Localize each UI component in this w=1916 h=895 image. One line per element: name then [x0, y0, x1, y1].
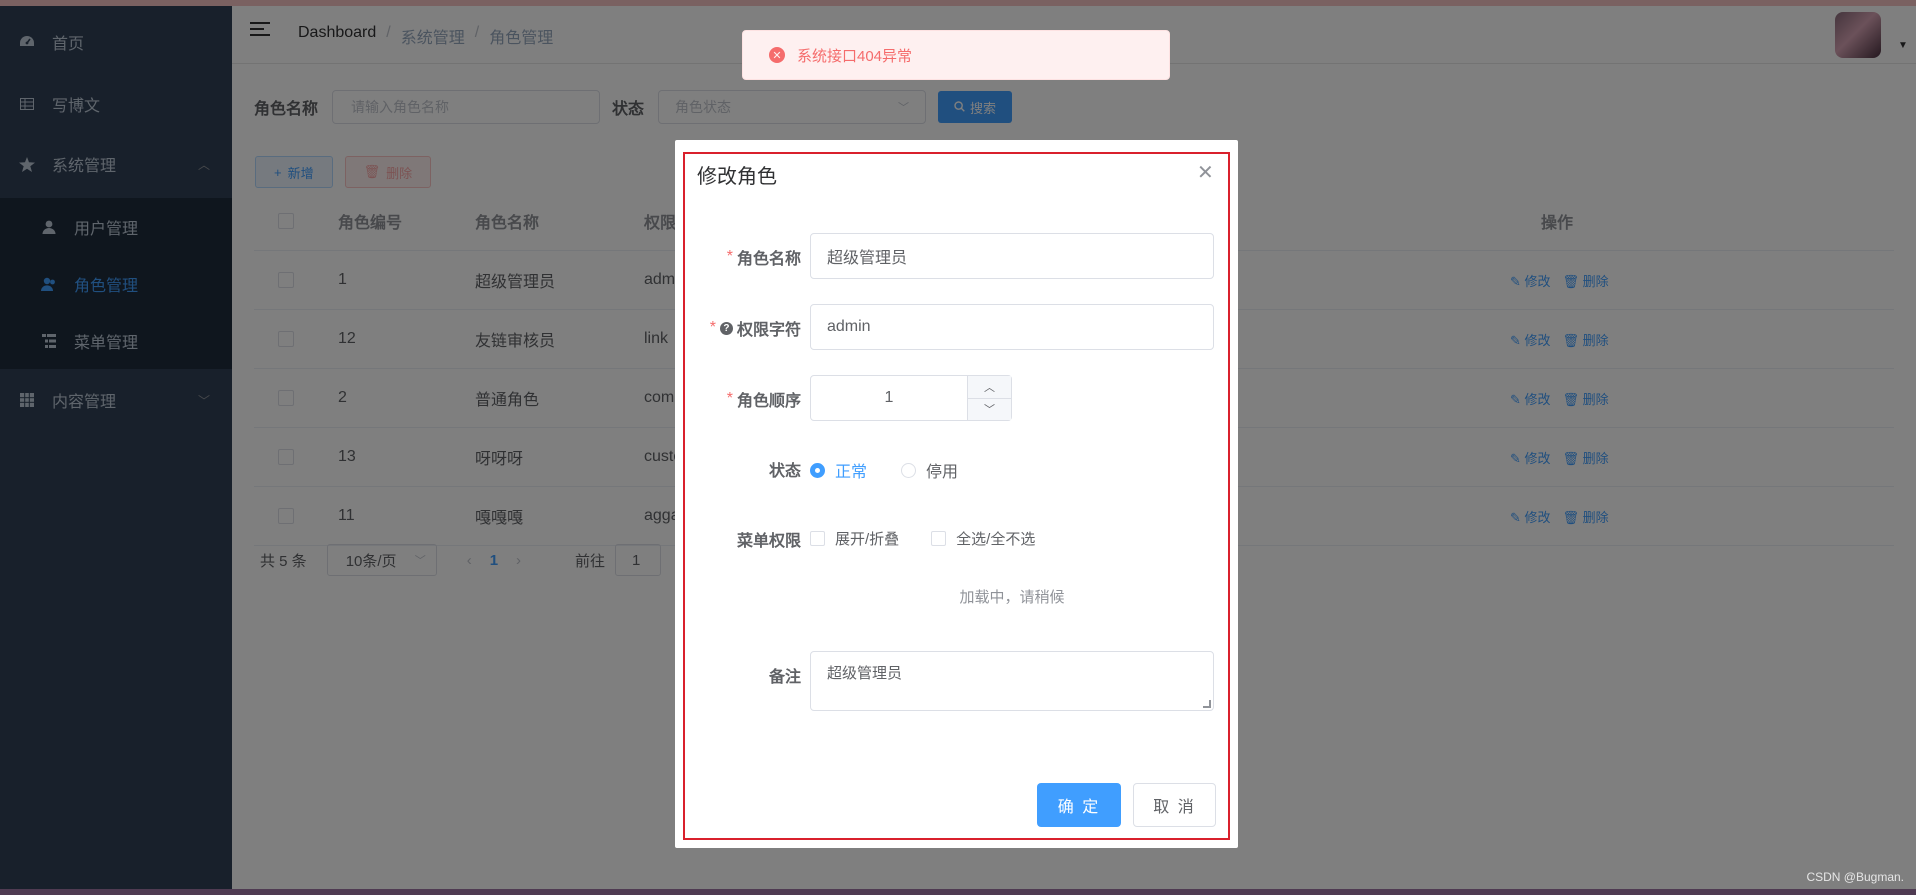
chevron-up-icon[interactable]: ︿	[968, 376, 1011, 399]
checkbox-label: 全选/全不选	[956, 531, 1036, 548]
radio-label: 正常	[835, 464, 868, 481]
cancel-button[interactable]: 取 消	[1133, 783, 1216, 827]
error-circle-icon: ✕	[769, 47, 785, 63]
form-label-text: 角色名称	[736, 251, 801, 268]
role-name-input[interactable]: 超级管理员	[810, 233, 1214, 279]
status-radio-disabled[interactable]: 停用	[901, 458, 958, 482]
menu-tree-loading: 加载中，请稍候	[959, 589, 1065, 606]
menu-permission-form-label: 菜单权限	[736, 533, 801, 550]
status-form-label: 状态	[768, 463, 801, 480]
status-radio-normal[interactable]: 正常	[810, 458, 867, 482]
required-mark: *	[709, 319, 716, 336]
stepper-buttons: ︿ ﹀	[967, 376, 1011, 420]
role-key-form-label: * ? 权限字符	[710, 316, 801, 340]
close-icon[interactable]: ✕	[1197, 160, 1214, 185]
expand-collapse-checkbox[interactable]: 展开/折叠	[810, 528, 899, 549]
remark-form-label: 备注	[768, 669, 801, 686]
remark-value: 超级管理员	[827, 665, 903, 682]
radio-dot	[810, 462, 825, 478]
bottom-strip	[0, 889, 1916, 895]
menu-permission-options: 展开/折叠 全选/全不选	[810, 528, 1067, 549]
remark-textarea[interactable]: 超级管理员	[810, 651, 1214, 711]
role-key-input[interactable]: admin	[810, 304, 1214, 350]
checkbox-box	[810, 531, 825, 546]
form-label-text: 权限字符	[736, 322, 801, 339]
toast-message: 系统接口404异常	[797, 47, 913, 65]
stepper-value[interactable]: 1	[811, 376, 967, 420]
role-sort-stepper[interactable]: 1 ︿ ﹀	[810, 375, 1012, 421]
error-toast: ✕ 系统接口404异常	[742, 30, 1170, 80]
chevron-down-icon[interactable]: ﹀	[968, 398, 1011, 420]
question-icon[interactable]: ?	[719, 321, 733, 335]
role-sort-form-label: * 角色顺序	[727, 387, 801, 411]
confirm-button[interactable]: 确 定	[1037, 783, 1121, 827]
form-label-text: 角色顺序	[736, 393, 801, 410]
checkbox-box	[931, 531, 947, 546]
edit-role-dialog: 修改角色 ✕ * 角色名称 超级管理员 * ? 权限字符 admin * 角色顺…	[675, 140, 1238, 848]
resize-handle-icon[interactable]	[1203, 700, 1211, 708]
radio-label: 停用	[926, 464, 959, 481]
checkbox-label: 展开/折叠	[835, 531, 900, 548]
dialog-footer: 确 定 取 消	[1037, 783, 1216, 827]
select-all-menu-checkbox[interactable]: 全选/全不选	[931, 528, 1035, 549]
required-mark: *	[726, 390, 733, 407]
role-name-form-label: * 角色名称	[727, 245, 801, 269]
status-radio-group: 正常 停用	[810, 458, 992, 482]
watermark: CSDN @Bugman.	[1806, 870, 1904, 884]
required-mark: *	[726, 248, 733, 265]
dialog-title: 修改角色	[697, 166, 777, 188]
radio-dot	[901, 462, 917, 478]
